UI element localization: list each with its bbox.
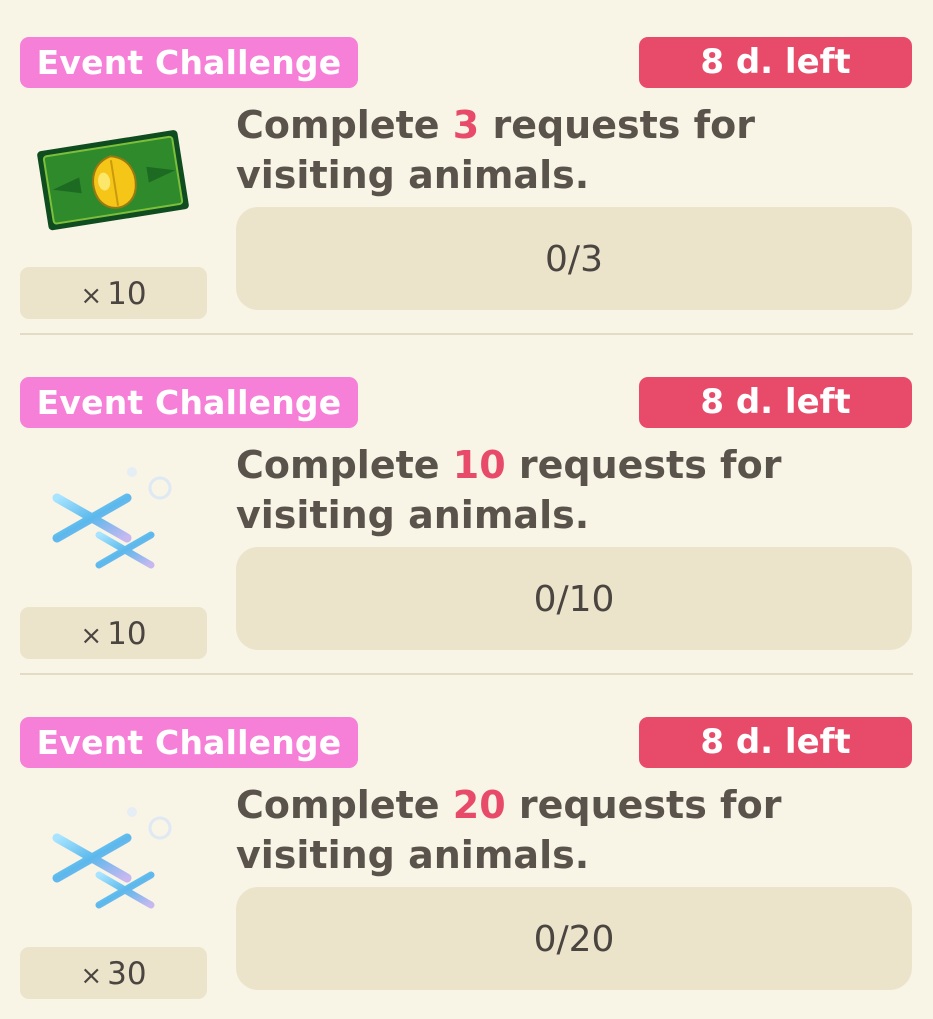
event-challenge-tag: Event Challenge — [20, 717, 358, 768]
challenge-description: Complete 3 requests for visiting animals… — [236, 100, 876, 200]
reward-count: 10 — [107, 276, 147, 312]
divider — [20, 333, 913, 335]
multiply-sign: × — [80, 281, 103, 311]
desc-prefix: Complete — [236, 443, 453, 487]
request-count: 3 — [452, 103, 480, 147]
divider — [20, 673, 913, 675]
challenge-card[interactable]: Event Challenge 8 d. left — [0, 340, 933, 679]
reward-quantity: × 10 — [20, 607, 207, 659]
multiply-sign: × — [80, 621, 103, 651]
challenge-card[interactable]: Event Challenge 8 d. left Complete 3 req… — [0, 0, 933, 339]
time-left-badge: 8 d. left — [639, 717, 912, 768]
progress-bar: 0/20 — [236, 887, 912, 990]
time-left-badge: 8 d. left — [639, 37, 912, 88]
challenge-description: Complete 10 requests for visiting animal… — [236, 440, 876, 540]
time-left-badge: 8 d. left — [639, 377, 912, 428]
reward-count: 10 — [107, 616, 147, 652]
reward-count: 30 — [107, 956, 147, 992]
request-count: 10 — [452, 443, 506, 487]
multiply-sign: × — [80, 961, 103, 991]
reward-quantity: × 30 — [20, 947, 207, 999]
progress-bar: 0/3 — [236, 207, 912, 310]
challenge-description: Complete 20 requests for visiting animal… — [236, 780, 876, 880]
reward-quantity: × 10 — [20, 267, 207, 319]
progress-bar: 0/10 — [236, 547, 912, 650]
desc-prefix: Complete — [236, 783, 453, 827]
event-challenge-tag: Event Challenge — [20, 37, 358, 88]
snowflake-icon — [30, 450, 198, 600]
event-challenge-tag: Event Challenge — [20, 377, 358, 428]
leaf-ticket-icon — [30, 110, 198, 260]
snowflake-icon — [30, 790, 198, 940]
desc-prefix: Complete — [236, 103, 453, 147]
challenge-card[interactable]: Event Challenge 8 d. left — [0, 680, 933, 1019]
request-count: 20 — [452, 783, 506, 827]
